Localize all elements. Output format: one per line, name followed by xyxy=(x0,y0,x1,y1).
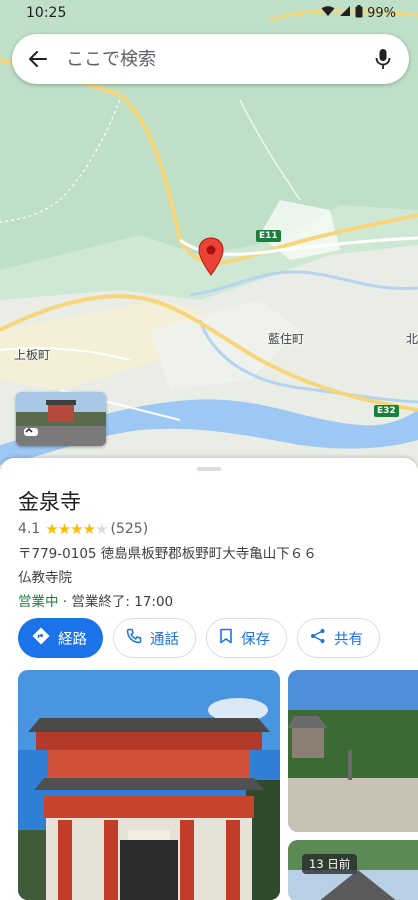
photo-date-badge: 13 日前 xyxy=(302,854,358,874)
rating-stars: ★★★★★ xyxy=(45,520,108,538)
status-time: 10:25 xyxy=(26,5,67,21)
directions-button[interactable]: 経路 xyxy=(18,618,103,658)
photo-recent[interactable]: 13 日前 xyxy=(288,840,418,900)
action-buttons: 経路 通話 保存 共有 xyxy=(18,618,380,658)
place-sheet[interactable]: 金泉寺 4.1 ★★★★★ (525) 〒779-0105 徳島県板野郡板野町大… xyxy=(0,458,418,900)
hours-separator: · xyxy=(58,594,72,610)
closing-time: 営業終了: 17:00 xyxy=(71,594,174,610)
phone-icon xyxy=(126,628,142,648)
rating-value: 4.1 xyxy=(18,521,41,537)
photo-temple-grounds[interactable] xyxy=(288,670,418,832)
microphone-icon[interactable] xyxy=(371,47,395,71)
road-shield-e11: E11 xyxy=(256,230,281,242)
share-button[interactable]: 共有 xyxy=(297,618,380,658)
opening-hours[interactable]: 営業中 · 営業終了: 17:00 xyxy=(18,590,173,610)
back-arrow-icon[interactable] xyxy=(26,47,50,71)
photo-temple-gate[interactable] xyxy=(18,670,280,900)
map-label-kamiita: 上板町 xyxy=(14,348,51,362)
photo-gallery[interactable]: 13 日前 xyxy=(18,670,418,900)
place-name: 金泉寺 xyxy=(18,490,81,514)
battery-icon xyxy=(355,4,363,22)
wifi-icon xyxy=(321,5,335,21)
status-bar: 10:25 99% xyxy=(0,0,418,26)
call-label: 通話 xyxy=(150,631,179,648)
search-input[interactable] xyxy=(66,48,371,70)
directions-icon xyxy=(32,627,50,649)
map-label-aizumi: 藍住町 xyxy=(268,332,305,346)
call-button[interactable]: 通話 xyxy=(113,618,196,658)
review-count: (525) xyxy=(110,521,149,537)
place-address: 〒779-0105 徳島県板野郡板野町大寺亀山下６６ xyxy=(18,546,317,562)
screen: E11 E32 上板町 藍住町 北 10:25 99% ここで検索 金泉寺 4.… xyxy=(0,0,418,900)
sheet-drag-handle[interactable] xyxy=(197,467,221,471)
search-bar[interactable] xyxy=(12,34,409,84)
open-status: 営業中 xyxy=(18,594,59,610)
bookmark-icon xyxy=(219,628,233,648)
road-shield-e32: E32 xyxy=(374,405,399,417)
share-label: 共有 xyxy=(334,631,363,648)
signal-icon xyxy=(339,5,351,21)
save-label: 保存 xyxy=(241,631,270,648)
save-button[interactable]: 保存 xyxy=(206,618,287,658)
battery-percent: 99% xyxy=(367,5,396,21)
street-view-thumbnail[interactable] xyxy=(16,392,106,446)
directions-label: 経路 xyxy=(58,631,87,648)
map-label-kita: 北 xyxy=(406,332,418,346)
place-category: 仏教寺院 xyxy=(18,570,72,586)
rating-row[interactable]: 4.1 ★★★★★ (525) xyxy=(18,520,148,538)
status-icons: 99% xyxy=(321,4,396,22)
share-icon xyxy=(310,628,326,648)
